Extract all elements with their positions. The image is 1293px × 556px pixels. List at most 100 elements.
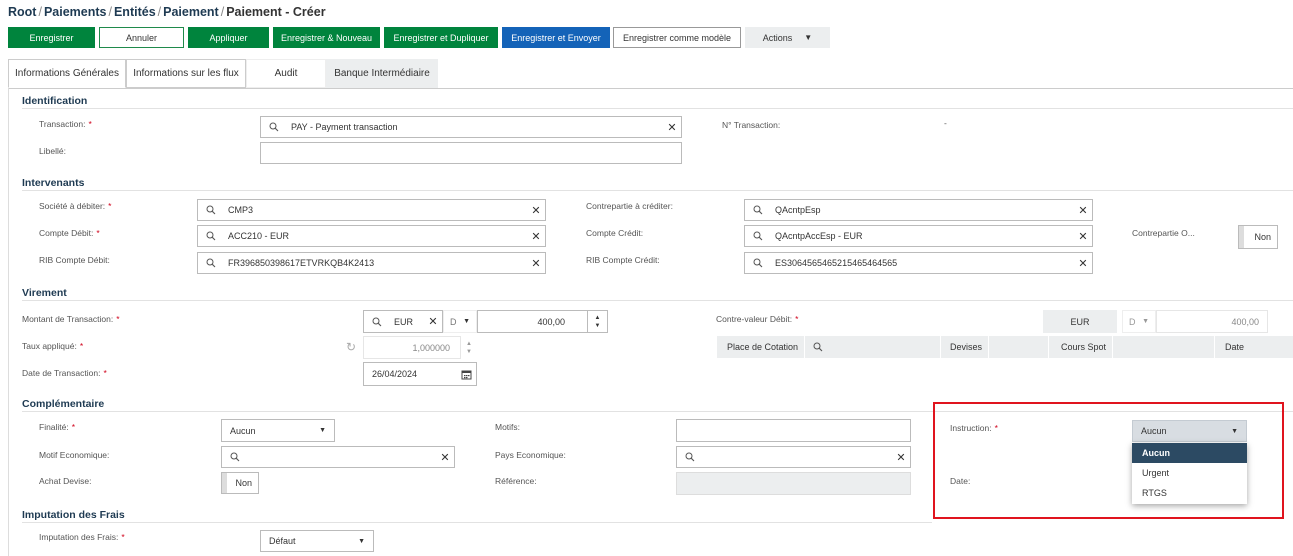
compte-credit-input[interactable]: QAcntpAccEsp - EUR ✕ [744,225,1093,247]
date-transaction-value: 26/04/2024 [372,369,418,379]
breadcrumb-item-paiements[interactable]: Paiements [44,5,107,19]
stepper-down-icon[interactable]: ▼ [595,322,601,330]
contrepartie-input[interactable]: QAcntpEsp ✕ [744,199,1093,221]
clear-icon[interactable]: ✕ [424,315,442,328]
section-title-imputation-frais: Imputation des Frais [22,509,125,521]
breadcrumb-item-paiement[interactable]: Paiement [163,5,219,19]
search-icon [206,205,220,215]
achat-devise-toggle[interactable]: Non [221,472,259,494]
caret-down-icon: ▼ [1142,318,1149,325]
transaction-input[interactable]: PAY - Payment transaction ✕ [260,116,682,138]
clear-icon[interactable]: ✕ [892,451,910,464]
pays-economique-input[interactable]: ✕ [676,446,911,468]
grid-header-devises[interactable]: Devises [940,336,988,358]
save-send-button[interactable]: Enregistrer et Envoyer [502,27,610,48]
cv-currency-value: EUR [1070,316,1090,327]
motif-economique-label: Motif Economique: [39,450,110,460]
rib-debit-label: RIB Compte Débit: [39,255,110,265]
pays-economique-label: Pays Economique: [495,450,566,460]
save-duplicate-button[interactable]: Enregistrer et Dupliquer [384,27,498,48]
reference-input [676,472,911,495]
dropdown-option-urgent[interactable]: Urgent [1132,463,1247,483]
rib-debit-input[interactable]: FR396850398617ETVRKQB4K2413 ✕ [197,252,546,274]
caret-down-icon: ▼ [319,427,326,434]
motif-economique-input[interactable]: ✕ [221,446,455,468]
save-new-button[interactable]: Enregistrer & Nouveau [273,27,380,48]
taux-input[interactable]: 1,000000 [363,336,461,359]
tab-informations-flux[interactable]: Informations sur les flux [126,59,246,88]
search-icon[interactable] [813,342,823,352]
contre-valeur-label: Contre-valeur Débit: * [716,314,799,324]
actions-button[interactable]: Actions ▼ [745,27,830,48]
imputation-frais-value: Défaut [269,536,296,546]
grid-header-place-cotation[interactable]: Place de Cotation [716,336,804,358]
cancel-button[interactable]: Annuler [99,27,184,48]
date-transaction-input[interactable]: 26/04/2024 [363,362,477,386]
search-icon [372,317,386,327]
tab-banque-intermediaire[interactable]: Banque Intermédiaire [326,59,438,88]
finalite-select[interactable]: Aucun ▼ [221,419,335,442]
clear-icon[interactable]: ✕ [436,451,454,464]
stepper-up-icon[interactable]: ▲ [466,340,472,348]
tab-informations-generales[interactable]: Informations Générales [8,59,126,88]
date-transaction-label: Date de Transaction: * [22,368,107,378]
clear-icon[interactable]: ✕ [527,230,545,243]
clear-icon[interactable]: ✕ [1074,230,1092,243]
compte-debit-value: ACC210 - EUR [228,231,290,241]
instruction-dropdown-list: Aucun Urgent RTGS [1132,443,1247,504]
dropdown-option-rtgs[interactable]: RTGS [1132,483,1247,503]
contrepartie-o-value: Non [1254,232,1271,242]
stepper-up-icon[interactable]: ▲ [595,314,601,322]
cv-currency: EUR [1043,310,1117,333]
dropdown-option-aucun[interactable]: Aucun [1132,443,1247,463]
societe-debiter-input[interactable]: CMP3 ✕ [197,199,546,221]
finalite-value: Aucun [230,425,256,436]
breadcrumb-separator: / [108,5,112,19]
grid-cell [988,336,1048,358]
search-icon [206,258,220,268]
breadcrumb-item-entites[interactable]: Entités [114,5,156,19]
breadcrumb-separator: / [220,5,225,19]
stepper-down-icon[interactable]: ▼ [466,348,472,356]
calendar-icon[interactable] [461,369,472,380]
grid-filter-cell[interactable] [804,336,940,358]
taux-value: 1,000000 [412,342,450,353]
amount-stepper[interactable]: ▲ ▼ [588,310,608,333]
instruction-label: Instruction: * [950,423,998,433]
instruction-select[interactable]: Aucun ▼ [1132,420,1247,442]
breadcrumb-item-root[interactable]: Root [8,5,36,19]
refresh-icon[interactable]: ↻ [346,340,360,354]
currency-input[interactable]: EUR ✕ [363,310,443,333]
clear-icon[interactable]: ✕ [527,257,545,270]
clear-icon[interactable]: ✕ [527,204,545,217]
section-divider [22,522,932,523]
taux-stepper[interactable]: ▲ ▼ [461,336,477,359]
clear-icon[interactable]: ✕ [663,121,681,134]
caret-down-icon: ▼ [804,33,813,42]
clear-icon[interactable]: ✕ [1074,257,1092,270]
apply-button[interactable]: Appliquer [188,27,269,48]
date-label: Date: [950,476,971,486]
tab-audit[interactable]: Audit [246,59,326,88]
grid-header-date[interactable]: Date [1214,336,1250,358]
compte-credit-label: Compte Crédit: [586,228,644,238]
contrepartie-o-toggle[interactable]: Non [1238,225,1278,249]
compte-debit-input[interactable]: ACC210 - EUR ✕ [197,225,546,247]
save-template-button[interactable]: Enregistrer comme modèle [613,27,741,48]
search-icon [685,452,699,462]
contrepartie-value: QAcntpEsp [775,205,821,215]
grid-header-cours-spot[interactable]: Cours Spot [1048,336,1112,358]
motifs-input[interactable] [676,419,911,442]
rib-credit-input[interactable]: ES3064565465215465464565 ✕ [744,252,1093,274]
imputation-frais-select[interactable]: Défaut ▼ [260,530,374,552]
transaction-label: Transaction: * [39,119,92,129]
compte-debit-label: Compte Débit: * [39,228,100,238]
amount-input[interactable]: 400,00 [477,310,588,333]
libelle-input[interactable] [260,142,682,164]
amount-value: 400,00 [537,316,565,327]
clear-icon[interactable]: ✕ [1074,204,1092,217]
debit-credit-select[interactable]: D ▼ [443,310,477,333]
transaction-number-value: - [944,118,947,128]
save-button[interactable]: Enregistrer [8,27,95,48]
section-title-virement: Virement [22,287,67,299]
